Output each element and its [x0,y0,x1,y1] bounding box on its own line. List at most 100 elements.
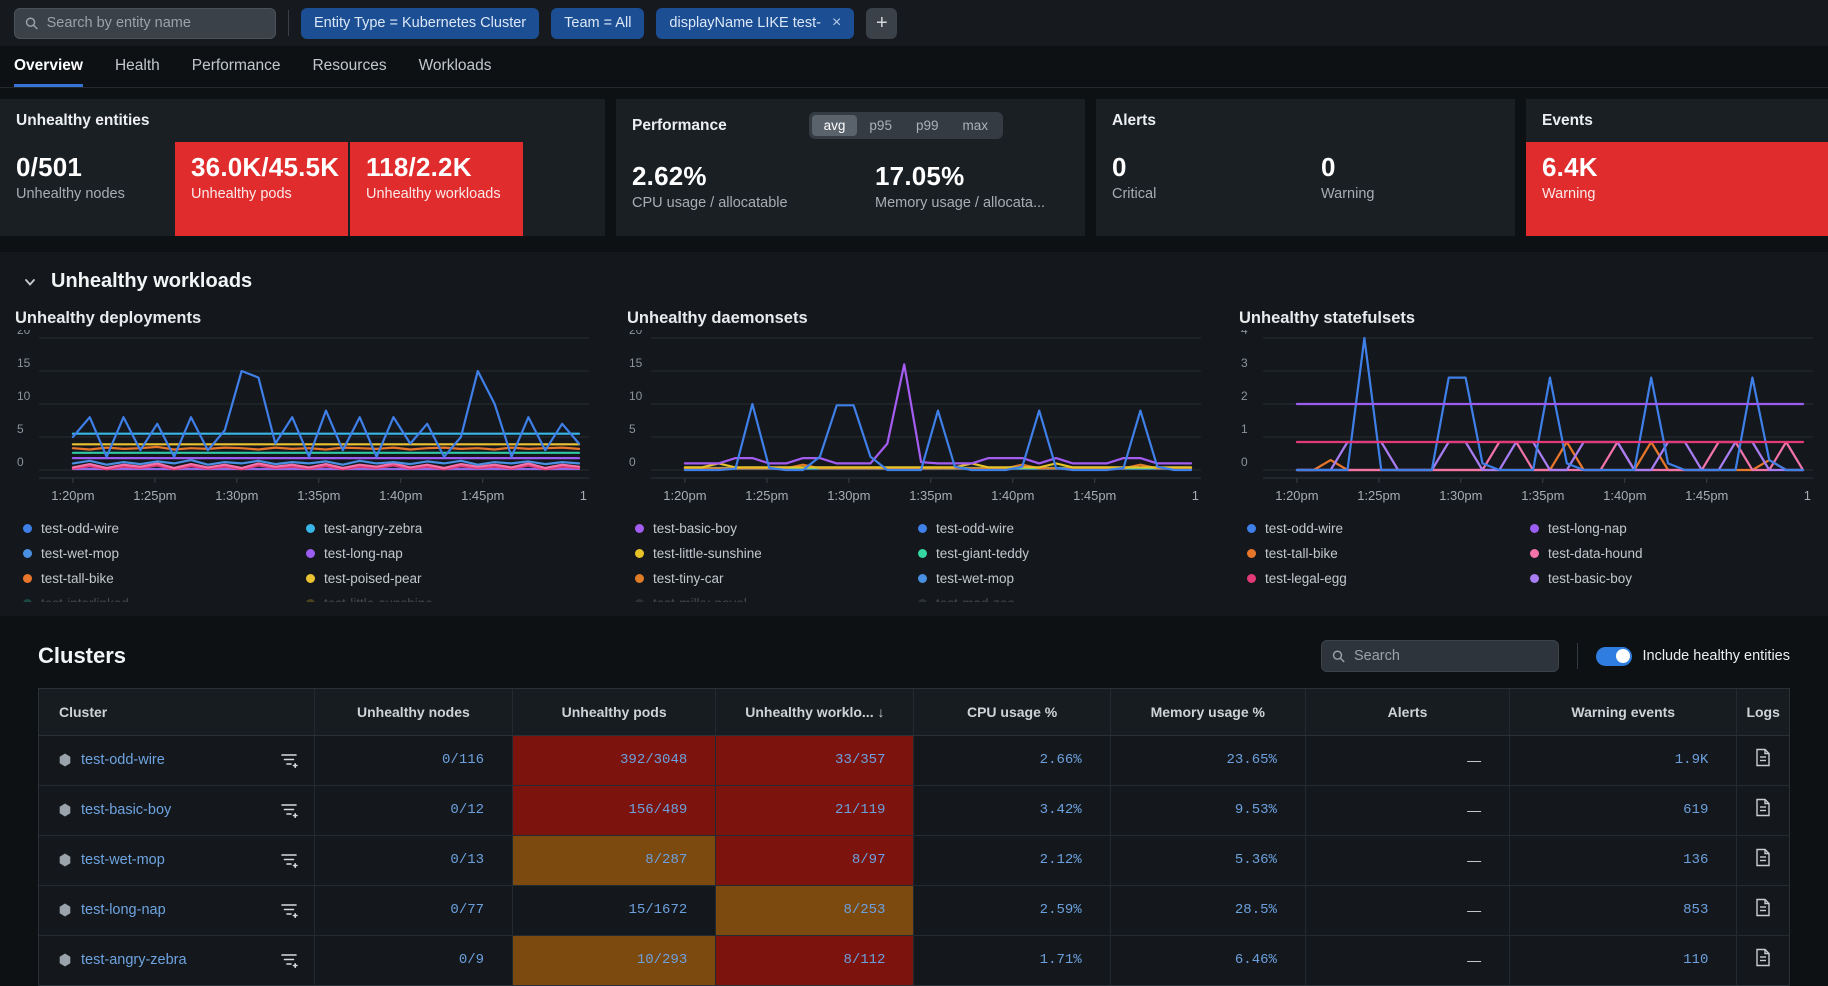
cluster-hexagon-icon [59,853,71,867]
legend-item[interactable]: test-wet-mop [23,541,306,566]
collapse-chevron-icon[interactable] [23,275,37,289]
column-header-unhealthy-pods[interactable]: Unhealthy pods [513,689,716,735]
card-unhealthy-entities: Unhealthy entities 0/501Unhealthy nodes3… [0,99,605,236]
filter-chip[interactable]: Team = All [551,8,644,39]
legend-item[interactable]: test-tall-bike [23,566,306,591]
legend-item[interactable]: test-tall-bike [1247,541,1530,566]
column-header-warning-events[interactable]: Warning events [1510,689,1737,735]
unhealthy-workloads-cell: 8/97 [716,835,914,885]
cluster-link[interactable]: test-odd-wire [81,752,165,768]
legend-item[interactable]: test-angry-zebra [306,516,589,541]
percentile-option-max[interactable]: max [950,115,1000,136]
logs-document-icon[interactable] [1755,948,1771,967]
unhealthy-pods-cell: 156/489 [513,785,716,835]
legend-item[interactable]: test-poised-pear [306,566,589,591]
tab-workloads[interactable]: Workloads [419,46,492,87]
filter-add-icon[interactable] [280,902,298,919]
chart-plot[interactable]: 201510501:20pm1:25pm1:30pm1:35pm1:40pm1:… [627,330,1201,506]
legend-item[interactable]: test-basic-boy [1530,566,1813,591]
stat-label: CPU usage / allocatable [632,195,811,211]
clusters-search-input[interactable] [1354,648,1549,664]
percentile-option-p95[interactable]: p95 [857,115,904,136]
filter-add-icon[interactable] [280,852,298,869]
column-header-cpu-usage-[interactable]: CPU usage % [914,689,1110,735]
column-header-logs[interactable]: Logs [1737,689,1789,735]
stat-label: Warning [1321,186,1500,202]
svg-text:1: 1 [1192,488,1199,503]
legend-item[interactable]: test-little-sunshine [635,541,918,566]
logs-cell[interactable] [1737,785,1789,835]
legend-item[interactable]: test-milky-novel [635,591,918,602]
logs-cell[interactable] [1737,935,1789,985]
logs-cell[interactable] [1737,735,1789,785]
table-row: test-long-nap0/7715/16728/2532.59%28.5%—… [39,885,1789,935]
warning-events-cell[interactable]: 110 [1510,935,1737,985]
cluster-cell: test-basic-boy [39,785,314,835]
column-header-unhealthy-nodes[interactable]: Unhealthy nodes [314,689,512,735]
warning-events-cell[interactable]: 136 [1510,835,1737,885]
legend-item[interactable]: test-odd-wire [1247,516,1530,541]
column-header-cluster[interactable]: Cluster [39,689,314,735]
chart-plot[interactable]: 432101:20pm1:25pm1:30pm1:35pm1:40pm1:45p… [1239,330,1813,506]
legend-item[interactable]: test-wet-mop [918,566,1201,591]
warning-events-cell[interactable]: 619 [1510,785,1737,835]
legend-dot-icon [918,599,927,602]
cpu-usage-cell: 1.71% [914,935,1110,985]
column-header-unhealthy-worklo-[interactable]: Unhealthy worklo... ↓ [716,689,914,735]
cluster-link[interactable]: test-angry-zebra [81,952,187,968]
svg-text:2: 2 [1241,389,1248,403]
toggle-switch[interactable] [1596,647,1632,666]
clusters-search-box[interactable] [1321,640,1559,672]
legend-item[interactable]: test-data-hound [1530,541,1813,566]
filter-add-icon[interactable] [280,952,298,969]
legend-item[interactable]: test-odd-wire [23,516,306,541]
legend-item[interactable]: test-interlinked [23,591,306,602]
entity-search-box[interactable] [14,8,276,39]
cluster-link[interactable]: test-wet-mop [81,852,165,868]
clusters-header: Clusters Include healthy entities [38,640,1790,672]
filter-add-icon[interactable] [280,802,298,819]
search-icon [25,16,39,31]
logs-cell[interactable] [1737,885,1789,935]
entity-search-input[interactable] [47,15,265,31]
legend-item[interactable]: test-odd-wire [918,516,1201,541]
tab-performance[interactable]: Performance [192,46,281,87]
legend-label: test-poised-pear [324,571,422,586]
legend-item[interactable]: test-mad-zoo [918,591,1201,602]
percentile-option-avg[interactable]: avg [812,115,858,136]
legend-item[interactable]: test-tiny-car [635,566,918,591]
legend-item[interactable]: test-basic-boy [635,516,918,541]
filter-add-icon[interactable] [280,752,298,769]
legend-item[interactable]: test-giant-teddy [918,541,1201,566]
logs-document-icon[interactable] [1755,798,1771,817]
legend-item[interactable]: test-long-nap [306,541,589,566]
chart-plot[interactable]: 201510501:20pm1:25pm1:30pm1:35pm1:40pm1:… [15,330,589,506]
column-header-memory-usage-[interactable]: Memory usage % [1110,689,1305,735]
warning-events-cell[interactable]: 1.9K [1510,735,1737,785]
legend-item[interactable]: test-little-sunshine [306,591,589,602]
remove-filter-icon[interactable]: × [832,14,841,32]
logs-document-icon[interactable] [1755,898,1771,917]
legend-item[interactable]: test-long-nap [1530,516,1813,541]
unhealthy-nodes-cell: 0/77 [314,885,512,935]
logs-cell[interactable] [1737,835,1789,885]
add-filter-button[interactable]: + [866,8,897,39]
tab-health[interactable]: Health [115,46,160,87]
legend-item[interactable]: test-legal-egg [1247,566,1530,591]
chart-legend: test-odd-wiretest-angry-zebratest-wet-mo… [15,516,589,602]
column-header-alerts[interactable]: Alerts [1305,689,1509,735]
logs-document-icon[interactable] [1755,848,1771,867]
legend-dot-icon [918,574,927,583]
warning-events-cell[interactable]: 853 [1510,885,1737,935]
cluster-link[interactable]: test-basic-boy [81,802,171,818]
tab-resources[interactable]: Resources [312,46,386,87]
filter-chip[interactable]: displayName LIKE test-× [656,8,854,39]
include-healthy-toggle[interactable]: Include healthy entities [1596,647,1790,666]
logs-document-icon[interactable] [1755,748,1771,767]
tab-overview[interactable]: Overview [14,46,83,87]
series-test-tall-bike [73,447,579,450]
cluster-link[interactable]: test-long-nap [81,902,166,918]
legend-dot-icon [635,524,644,533]
filter-chip[interactable]: Entity Type = Kubernetes Cluster [301,8,539,39]
percentile-option-p99[interactable]: p99 [904,115,951,136]
